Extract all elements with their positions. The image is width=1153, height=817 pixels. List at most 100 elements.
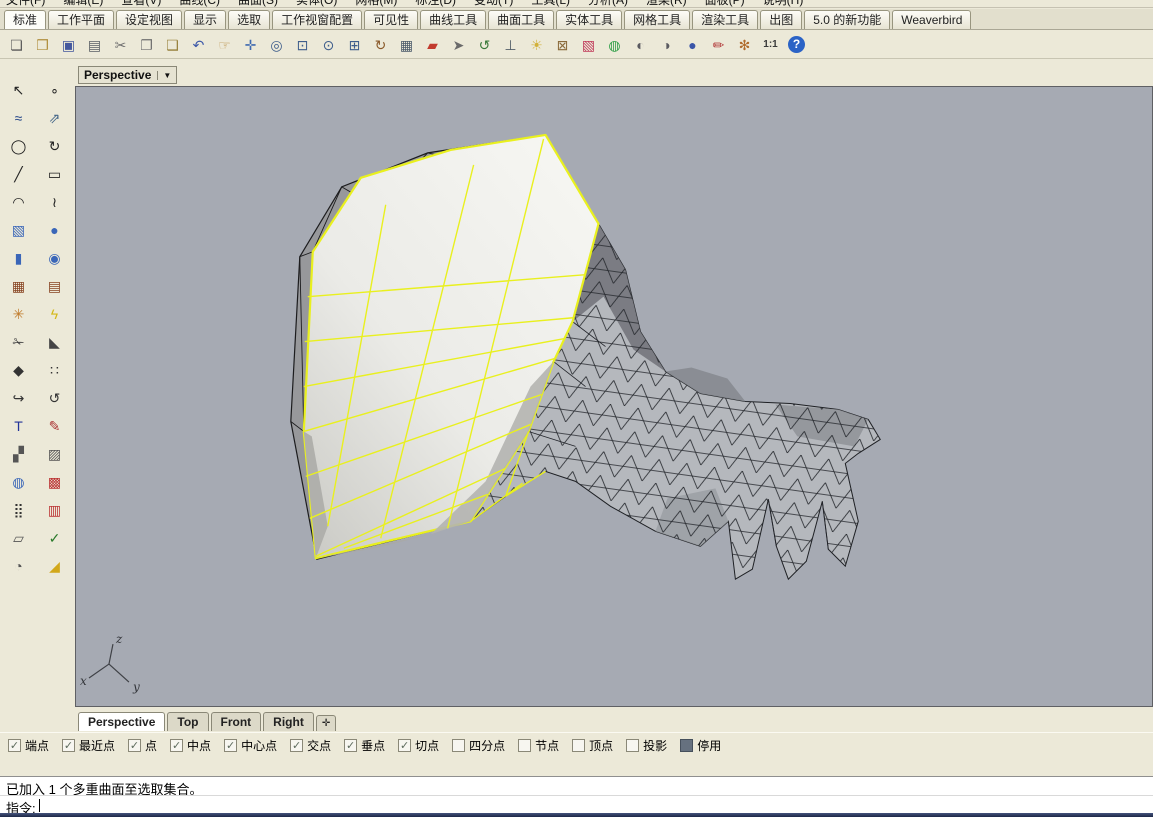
menu-render[interactable]: 渲染(R) bbox=[646, 0, 687, 7]
render-cube-button[interactable]: ▧ bbox=[576, 33, 601, 57]
checkbox[interactable] bbox=[170, 739, 183, 752]
undo-button[interactable]: ↶ bbox=[186, 33, 211, 57]
osnap-disable[interactable]: 停用 bbox=[680, 737, 721, 754]
checkbox[interactable] bbox=[518, 739, 531, 752]
select-objects-button[interactable]: ➤ bbox=[446, 33, 471, 57]
tab-set-view[interactable]: 设定视图 bbox=[116, 10, 182, 29]
vtab-top[interactable]: Top bbox=[167, 712, 208, 731]
tab-render-tools[interactable]: 渲染工具 bbox=[692, 10, 758, 29]
pan-view-button[interactable]: ☞ bbox=[212, 33, 237, 57]
checkbox[interactable] bbox=[128, 739, 141, 752]
menu-analyze[interactable]: 分析(A) bbox=[588, 0, 628, 7]
line-button[interactable]: ╱ bbox=[7, 162, 31, 186]
copy-button[interactable]: ❐ bbox=[134, 33, 159, 57]
vtab-right[interactable]: Right bbox=[263, 712, 314, 731]
move-tool-button[interactable]: ⇗ bbox=[43, 106, 67, 130]
checkbox[interactable] bbox=[344, 739, 357, 752]
tab-drafting[interactable]: 出图 bbox=[760, 10, 802, 29]
apply-check-button[interactable]: ✓ bbox=[43, 526, 67, 550]
freeform-button[interactable]: ≀ bbox=[43, 190, 67, 214]
grid-array-button[interactable]: ▩ bbox=[43, 470, 67, 494]
print-button[interactable]: ▤ bbox=[82, 33, 107, 57]
four-viewports-button[interactable]: ▦ bbox=[394, 33, 419, 57]
osnap-vertex[interactable]: 顶点 bbox=[572, 737, 613, 754]
vtab-perspective[interactable]: Perspective bbox=[78, 712, 165, 731]
tab-select[interactable]: 选取 bbox=[228, 10, 270, 29]
undo-view-button[interactable]: ↺ bbox=[472, 33, 497, 57]
osnap-tangent[interactable]: 切点 bbox=[398, 737, 439, 754]
annotate-pen-button[interactable]: ✏ bbox=[706, 33, 731, 57]
menu-tools[interactable]: 工具(L) bbox=[531, 0, 570, 7]
tab-solid-tools[interactable]: 实体工具 bbox=[556, 10, 622, 29]
viewport-title-tab[interactable]: Perspective ▼ bbox=[78, 66, 177, 84]
rectangle-button[interactable]: ▭ bbox=[43, 162, 67, 186]
checkbox[interactable] bbox=[572, 739, 585, 752]
dot-grid-button[interactable]: ⣿ bbox=[7, 498, 31, 522]
red-car-button[interactable]: ▰ bbox=[420, 33, 445, 57]
stack-button[interactable]: ▤ bbox=[43, 274, 67, 298]
move-button[interactable]: ✛ bbox=[238, 33, 263, 57]
tube-button[interactable]: ◉ bbox=[43, 246, 67, 270]
tab-standard[interactable]: 标准 bbox=[4, 10, 46, 29]
zoom-dynamic-button[interactable]: ◎ bbox=[264, 33, 289, 57]
paste-button[interactable]: ❑ bbox=[160, 33, 185, 57]
osnap-point[interactable]: 点 bbox=[128, 737, 157, 754]
options-gear-button[interactable]: ✻ bbox=[732, 33, 757, 57]
checkbox[interactable] bbox=[290, 739, 303, 752]
osnap-center[interactable]: 中心点 bbox=[224, 737, 277, 754]
command-input[interactable]: 指令: bbox=[0, 795, 1153, 813]
lock-button[interactable]: ⊠ bbox=[550, 33, 575, 57]
menu-solid[interactable]: 实体(O) bbox=[296, 0, 337, 7]
open-file-button[interactable]: ❒ bbox=[30, 33, 55, 57]
chevron-down-icon[interactable]: ▼ bbox=[157, 71, 171, 80]
osnap-nearest[interactable]: 最近点 bbox=[62, 737, 115, 754]
menu-mesh[interactable]: 网格(M) bbox=[355, 0, 397, 7]
checkbox[interactable] bbox=[398, 739, 411, 752]
help-button[interactable]: ? bbox=[784, 33, 809, 57]
group-button[interactable]: ▞ bbox=[7, 442, 31, 466]
menu-edit[interactable]: 编辑(E) bbox=[63, 0, 103, 7]
osnap-quadrant[interactable]: 四分点 bbox=[452, 737, 505, 754]
render-sphere-button[interactable]: ◍ bbox=[602, 33, 627, 57]
zoom-extents-button[interactable]: ⊞ bbox=[342, 33, 367, 57]
vtab-front[interactable]: Front bbox=[211, 712, 262, 731]
column-array-button[interactable]: ▥ bbox=[43, 498, 67, 522]
save-file-button[interactable]: ▣ bbox=[56, 33, 81, 57]
tab-viewport-layout[interactable]: 工作视窗配置 bbox=[272, 10, 362, 29]
sphere-button[interactable]: ● bbox=[43, 218, 67, 242]
blend-button[interactable]: ↪ bbox=[7, 386, 31, 410]
tab-display[interactable]: 显示 bbox=[184, 10, 226, 29]
array-button[interactable]: ▦ bbox=[7, 274, 31, 298]
wedge-button[interactable]: ◢ bbox=[43, 554, 67, 578]
checkbox[interactable] bbox=[8, 739, 21, 752]
checkbox[interactable] bbox=[62, 739, 75, 752]
point-button[interactable]: ∘ bbox=[43, 78, 67, 102]
explode-button[interactable]: ✳ bbox=[7, 302, 31, 326]
knife-button[interactable]: ✁ bbox=[7, 330, 31, 354]
osnap-perpendicular[interactable]: 垂点 bbox=[344, 737, 385, 754]
tab-cplane[interactable]: 工作平面 bbox=[48, 10, 114, 29]
box-button[interactable]: ▧ bbox=[7, 218, 31, 242]
rendered-mode-button[interactable]: ● bbox=[680, 33, 705, 57]
zoom-selected-button[interactable]: ⊙ bbox=[316, 33, 341, 57]
selected-polysurface-mesh[interactable] bbox=[304, 135, 599, 558]
checkbox[interactable] bbox=[626, 739, 639, 752]
menu-dimension[interactable]: 标注(D) bbox=[415, 0, 456, 7]
arc-button[interactable]: ◠ bbox=[7, 190, 31, 214]
drop-button[interactable]: ◆ bbox=[7, 358, 31, 382]
pipe-button[interactable]: ◍ bbox=[7, 470, 31, 494]
checkbox[interactable] bbox=[224, 739, 237, 752]
zoom-1to1-button[interactable]: 1:1 bbox=[758, 33, 783, 57]
lamp-button[interactable]: ☀ bbox=[524, 33, 549, 57]
cplane-button[interactable]: ⊥ bbox=[498, 33, 523, 57]
menu-surface[interactable]: 曲面(S) bbox=[238, 0, 278, 7]
curve-button[interactable]: ≈ bbox=[7, 106, 31, 130]
checkbox[interactable] bbox=[452, 739, 465, 752]
shaded-sphere-button[interactable]: ◔ bbox=[7, 554, 31, 578]
tab-new-in-v5[interactable]: 5.0 的新功能 bbox=[804, 10, 890, 29]
hatch-button[interactable]: ▨ bbox=[43, 442, 67, 466]
circle-button[interactable]: ◯ bbox=[7, 134, 31, 158]
pen-edit-button[interactable]: ✎ bbox=[43, 414, 67, 438]
lightning-button[interactable]: ϟ bbox=[43, 302, 67, 326]
tab-curve-tools[interactable]: 曲线工具 bbox=[420, 10, 486, 29]
